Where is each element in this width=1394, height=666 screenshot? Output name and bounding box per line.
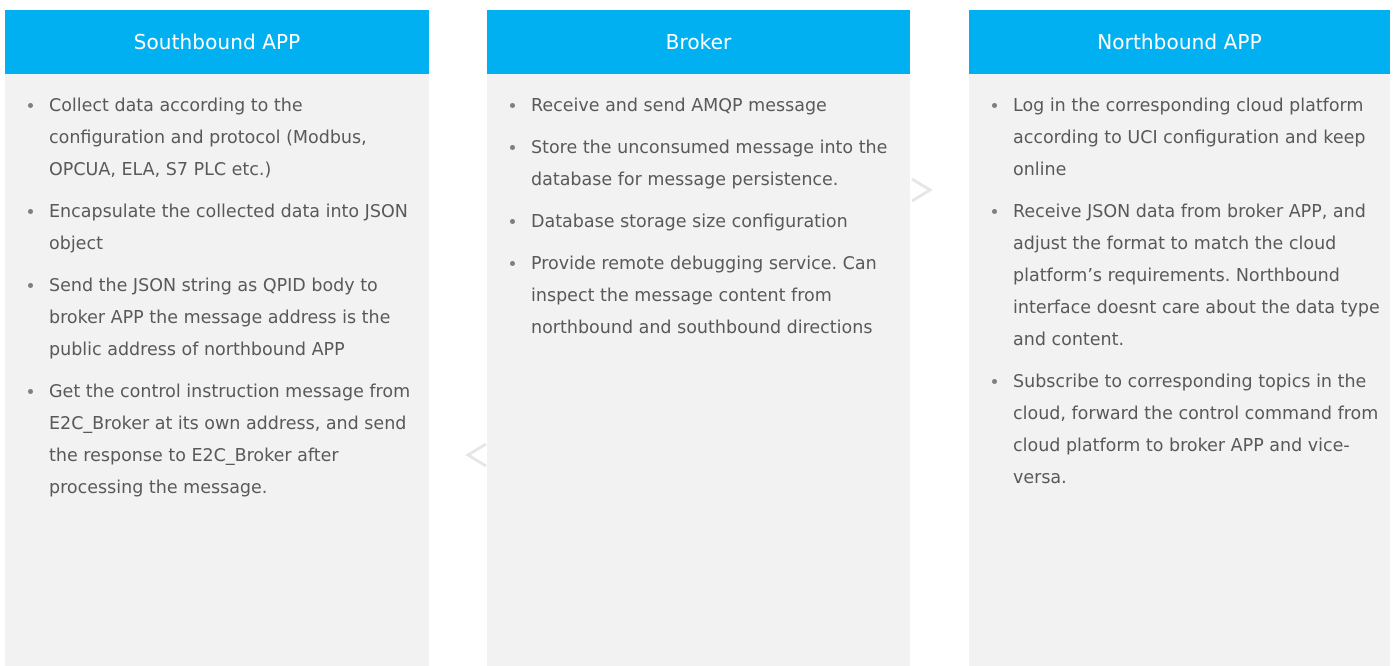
bullet-icon — [992, 103, 997, 108]
bullet-icon — [28, 103, 33, 108]
bullet-text: Collect data according to the configurat… — [49, 96, 367, 180]
bullet-text: Get the control instruction message from… — [49, 382, 411, 498]
bullet-icon — [28, 209, 33, 214]
bullet-text: Receive JSON data from broker APP, and a… — [1013, 202, 1380, 350]
faint-arrow-right-icon — [911, 177, 933, 203]
list-item: Receive and send AMQP message — [507, 90, 900, 122]
list-item: Encapsulate the collected data into JSON… — [25, 196, 419, 260]
bullet-text: Provide remote debugging service. Can in… — [531, 254, 877, 338]
bullet-icon — [510, 219, 515, 224]
bullet-icon — [992, 379, 997, 384]
bullet-icon — [510, 103, 515, 108]
faint-arrow-left-icon — [465, 442, 487, 468]
bullet-icon — [28, 389, 33, 394]
bullet-text: Log in the corresponding cloud platform … — [1013, 96, 1366, 180]
southbound-app-header: Southbound APP — [5, 10, 429, 74]
northbound-app-column: Northbound APP Log in the corresponding … — [969, 10, 1390, 666]
broker-list: Receive and send AMQP message Store the … — [487, 74, 910, 344]
bullet-text: Receive and send AMQP message — [531, 96, 827, 116]
list-item: Database storage size configuration — [507, 206, 900, 238]
bullet-text: Subscribe to corresponding topics in the… — [1013, 372, 1379, 488]
northbound-app-header: Northbound APP — [969, 10, 1390, 74]
bullet-text: Database storage size configuration — [531, 212, 848, 232]
list-item: Send the JSON string as QPID body to bro… — [25, 270, 419, 366]
bullet-icon — [510, 145, 515, 150]
northbound-app-list: Log in the corresponding cloud platform … — [969, 74, 1390, 494]
list-item: Get the control instruction message from… — [25, 376, 419, 504]
broker-header: Broker — [487, 10, 910, 74]
list-item: Receive JSON data from broker APP, and a… — [989, 196, 1380, 356]
bullet-text: Store the unconsumed message into the da… — [531, 138, 888, 190]
list-item: Subscribe to corresponding topics in the… — [989, 366, 1380, 494]
bullet-icon — [28, 283, 33, 288]
broker-column: Broker Receive and send AMQP message Sto… — [487, 10, 910, 666]
list-item: Provide remote debugging service. Can in… — [507, 248, 900, 344]
southbound-app-column: Southbound APP Collect data according to… — [5, 10, 429, 666]
bullet-text: Encapsulate the collected data into JSON… — [49, 202, 408, 254]
bullet-icon — [510, 261, 515, 266]
list-item: Log in the corresponding cloud platform … — [989, 90, 1380, 186]
list-item: Store the unconsumed message into the da… — [507, 132, 900, 196]
southbound-app-list: Collect data according to the configurat… — [5, 74, 429, 504]
bullet-text: Send the JSON string as QPID body to bro… — [49, 276, 391, 360]
bullet-icon — [992, 209, 997, 214]
list-item: Collect data according to the configurat… — [25, 90, 419, 186]
